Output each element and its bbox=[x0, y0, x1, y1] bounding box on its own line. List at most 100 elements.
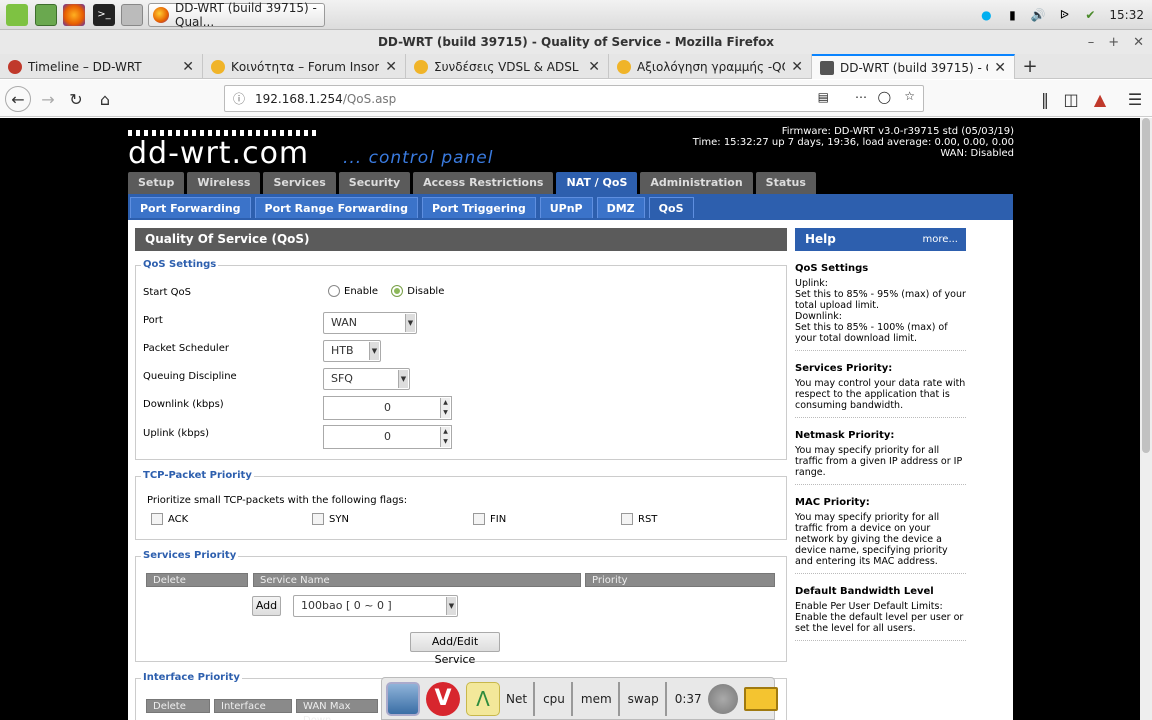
close-tab-icon[interactable]: ✕ bbox=[588, 59, 600, 75]
sidebar-icon[interactable]: ◫ bbox=[1058, 86, 1084, 112]
mint-menu-icon[interactable] bbox=[6, 4, 28, 26]
downlink-input[interactable]: 0 ▲ ▼ bbox=[323, 396, 452, 420]
submenu-port-range-forwarding[interactable]: Port Range Forwarding bbox=[254, 197, 418, 218]
library-icon[interactable]: ‖ bbox=[1032, 86, 1058, 112]
insomnia-favicon-icon bbox=[211, 59, 225, 74]
menu-wireless[interactable]: Wireless bbox=[187, 172, 261, 194]
home-icon[interactable]: ⌂ bbox=[92, 86, 118, 112]
reader-view-icon[interactable]: ▤ bbox=[818, 90, 829, 104]
tab-timeline[interactable]: Timeline – DD-WRT ✕ bbox=[0, 54, 203, 79]
terminal-launcher-icon[interactable]: >_ bbox=[93, 4, 115, 26]
cpu-meter bbox=[570, 681, 573, 716]
queuing-select[interactable]: SFQ ▼ bbox=[323, 368, 410, 390]
info-icon[interactable]: ⓘ bbox=[233, 90, 245, 107]
ack-checkbox[interactable] bbox=[151, 513, 163, 525]
tab-qos-eval[interactable]: Αξιολόγηση γραμμής -QOS - Σ ✕ bbox=[609, 54, 812, 79]
timer-label: 0:37 bbox=[674, 691, 702, 706]
menu-security[interactable]: Security bbox=[338, 172, 411, 194]
signal-icon[interactable]: ▮ bbox=[1004, 7, 1020, 23]
submenu-upnp[interactable]: UPnP bbox=[539, 197, 593, 218]
page-content: dd-wrt.com ... control panel Firmware: D… bbox=[0, 118, 1140, 720]
submenu-dmz[interactable]: DMZ bbox=[596, 197, 645, 218]
spinner-icon[interactable]: ▲ ▼ bbox=[440, 427, 450, 447]
forward-icon[interactable]: → bbox=[35, 86, 61, 112]
menu-services[interactable]: Services bbox=[263, 172, 336, 194]
rst-checkbox[interactable] bbox=[621, 513, 633, 525]
services-priority-legend: Services Priority bbox=[141, 550, 239, 561]
uplink-input[interactable]: 0 ▲ ▼ bbox=[323, 425, 452, 449]
close-icon[interactable]: ✕ bbox=[1133, 35, 1144, 50]
close-tab-icon[interactable]: ✕ bbox=[791, 59, 803, 75]
spinner-icon[interactable]: ▲ ▼ bbox=[440, 398, 450, 418]
new-tab-button[interactable]: + bbox=[1015, 54, 1045, 79]
disable-radio[interactable] bbox=[391, 285, 404, 297]
firefox-launcher-icon[interactable] bbox=[63, 4, 85, 26]
flag-fin[interactable]: FIN bbox=[473, 513, 506, 525]
tab-forum[interactable]: Κοινότητα – Forum Insomnia ✕ bbox=[203, 54, 406, 79]
menu-nat-qos[interactable]: NAT / QoS bbox=[556, 172, 638, 194]
page-title: Quality Of Service (QoS) bbox=[135, 228, 787, 251]
page-scrollbar[interactable] bbox=[1140, 118, 1152, 720]
taskbar-window-button[interactable]: DD-WRT (build 39715) - Qual... bbox=[148, 1, 325, 29]
col-delete: Delete bbox=[146, 699, 210, 713]
vivaldi-icon[interactable]: V bbox=[426, 681, 460, 716]
menu-administration[interactable]: Administration bbox=[640, 172, 753, 194]
shield-icon[interactable]: ✔ bbox=[1082, 7, 1098, 23]
clock[interactable]: 15:32 bbox=[1109, 8, 1144, 22]
maximize-icon[interactable]: + bbox=[1108, 35, 1119, 50]
menu-setup[interactable]: Setup bbox=[128, 172, 185, 194]
port-select[interactable]: WAN ▼ bbox=[323, 312, 417, 334]
enable-radio[interactable] bbox=[328, 285, 340, 297]
scrollbar-thumb[interactable] bbox=[1142, 118, 1150, 453]
help-block: Netmask Priority: You may specify priorit… bbox=[795, 418, 966, 485]
skype-icon[interactable]: ● bbox=[978, 7, 994, 23]
menu-access-restrictions[interactable]: Access Restrictions bbox=[413, 172, 554, 194]
port-value: WAN bbox=[331, 316, 358, 329]
downlink-value: 0 bbox=[384, 401, 391, 414]
firmware-info: Firmware: DD-WRT v3.0-r39715 std (05/03/… bbox=[693, 126, 1014, 159]
system-monitor-icon[interactable]: Λ bbox=[466, 681, 500, 716]
close-tab-icon[interactable]: ✕ bbox=[385, 59, 397, 75]
reload-icon[interactable]: ↻ bbox=[63, 86, 89, 112]
ublock-icon[interactable]: ▲ bbox=[1087, 86, 1113, 112]
bluetooth-icon[interactable]: ᐉ bbox=[1056, 7, 1072, 23]
add-edit-service-button[interactable]: Add/Edit Service bbox=[410, 632, 500, 666]
url-host: 192.168.1.254 bbox=[255, 91, 343, 106]
tab-ddwrt-qos[interactable]: DD-WRT (build 39715) - Quali ✕ bbox=[812, 54, 1015, 79]
back-icon[interactable]: ← bbox=[5, 86, 31, 112]
show-desktop-icon[interactable] bbox=[35, 4, 57, 26]
hamburger-menu-icon[interactable]: ☰ bbox=[1122, 86, 1148, 112]
flag-ack[interactable]: ACK bbox=[151, 513, 188, 525]
help-more-link[interactable]: more... bbox=[923, 228, 958, 251]
service-select[interactable]: 100bao [ 0 ~ 0 ] ▼ bbox=[293, 595, 458, 617]
bookmark-star-icon[interactable]: ☆ bbox=[904, 89, 915, 103]
close-tab-icon[interactable]: ✕ bbox=[994, 60, 1006, 76]
help-title: Help bbox=[805, 232, 836, 246]
volume-icon[interactable]: 🔊 bbox=[1030, 7, 1046, 23]
flag-rst[interactable]: RST bbox=[621, 513, 657, 525]
close-tab-icon[interactable]: ✕ bbox=[182, 59, 194, 75]
syn-checkbox[interactable] bbox=[312, 513, 324, 525]
files-launcher-icon[interactable] bbox=[121, 4, 143, 26]
pocket-icon[interactable]: ◯ bbox=[878, 90, 891, 104]
add-service-button[interactable]: Add bbox=[252, 596, 281, 616]
scheduler-select[interactable]: HTB ▼ bbox=[323, 340, 381, 362]
disc-icon[interactable] bbox=[707, 683, 738, 714]
chevron-down-icon: ▼ bbox=[398, 370, 408, 388]
tab-vdsl[interactable]: Συνδέσεις VDSL & ADSL - Ins ✕ bbox=[406, 54, 609, 79]
submenu-port-triggering[interactable]: Port Triggering bbox=[421, 197, 536, 218]
url-bar[interactable]: ⓘ 192.168.1.254/QoS.asp ▤ ⋯ ◯ ☆ bbox=[224, 85, 924, 112]
screenshot-app-icon[interactable] bbox=[386, 681, 420, 716]
swap-meter bbox=[664, 681, 667, 716]
queuing-value: SFQ bbox=[331, 372, 353, 385]
page-actions-icon[interactable]: ⋯ bbox=[855, 90, 867, 104]
menu-status[interactable]: Status bbox=[755, 172, 816, 194]
submenu-port-forwarding[interactable]: Port Forwarding bbox=[130, 197, 251, 218]
mail-icon[interactable] bbox=[743, 686, 778, 711]
submenu-qos[interactable]: QoS bbox=[648, 197, 694, 218]
minimize-icon[interactable]: – bbox=[1088, 35, 1095, 50]
services-priority-fieldset: Services Priority Delete Service Name Pr… bbox=[135, 550, 787, 666]
col-delete: Delete bbox=[146, 573, 248, 587]
flag-syn[interactable]: SYN bbox=[312, 513, 349, 525]
fin-checkbox[interactable] bbox=[473, 513, 485, 525]
